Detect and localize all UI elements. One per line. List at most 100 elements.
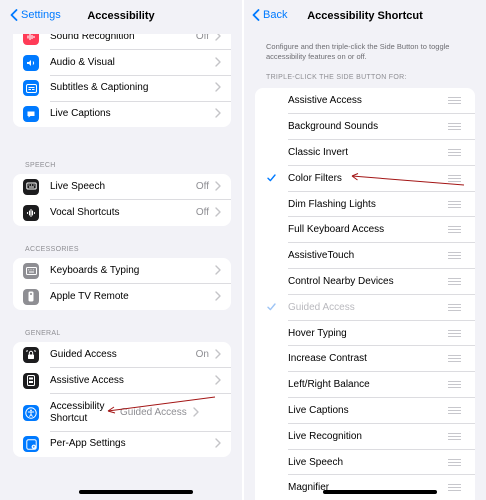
- row-value: On: [195, 349, 209, 361]
- option-label: Classic Invert: [288, 146, 349, 158]
- settings-row-assistive-access[interactable]: Assistive Access: [13, 368, 231, 394]
- option-label: AssistiveTouch: [288, 250, 355, 262]
- reorder-handle-icon[interactable]: [448, 458, 461, 466]
- reorder-handle-icon[interactable]: [448, 381, 461, 389]
- shortcut-option-background-sounds[interactable]: Background Sounds: [255, 114, 475, 140]
- row-label: Apple TV Remote: [50, 290, 129, 302]
- chevron-right-icon: [215, 79, 221, 97]
- reorder-handle-icon[interactable]: [448, 406, 461, 414]
- row-value: Off: [195, 207, 209, 219]
- reorder-handle-icon[interactable]: [448, 303, 461, 311]
- row-label: Assistive Access: [50, 374, 124, 386]
- accessibility-screen: Settings Accessibility Sound Recognition…: [0, 0, 242, 500]
- shortcut-description: Configure and then triple-click the Side…: [266, 42, 450, 61]
- section-header-speech: SPEECH: [25, 162, 56, 169]
- option-label: Assistive Access: [288, 95, 362, 107]
- assistive-icon: [23, 372, 39, 389]
- home-indicator: [323, 490, 437, 494]
- chevron-right-icon: [215, 262, 221, 280]
- settings-row-live-speech[interactable]: Live Speech Off: [13, 174, 231, 200]
- reorder-handle-icon[interactable]: [448, 148, 461, 156]
- shortcut-option-assistive-access[interactable]: Assistive Access: [255, 88, 475, 114]
- reorder-handle-icon[interactable]: [448, 355, 461, 363]
- settings-row-subtitles-captioning[interactable]: Subtitles & Captioning: [13, 76, 231, 102]
- settings-row-vocal-shortcuts[interactable]: Vocal Shortcuts Off: [13, 200, 231, 226]
- settings-row-apple-tv-remote[interactable]: Apple TV Remote: [13, 284, 231, 310]
- waveform-icon: [23, 204, 39, 221]
- row-label: Guided Access: [50, 348, 117, 360]
- shortcut-option-increase-contrast[interactable]: Increase Contrast: [255, 346, 475, 372]
- section-header-accessories: ACCESSORIES: [25, 246, 79, 253]
- reorder-handle-icon[interactable]: [448, 123, 461, 131]
- chevron-right-icon: [215, 204, 221, 222]
- nav-bar: Back Accessibility Shortcut: [244, 0, 486, 34]
- speaker-eye-icon: [23, 54, 39, 71]
- shortcut-option-dim-flashing-lights[interactable]: Dim Flashing Lights: [255, 191, 475, 217]
- option-label: Left/Right Balance: [288, 379, 370, 391]
- page-title: Accessibility Shortcut: [307, 10, 423, 22]
- row-value: Off: [195, 181, 209, 193]
- option-label: Live Captions: [288, 404, 349, 416]
- settings-group-speech: Live Speech Off Vocal Shortcuts Off: [13, 174, 231, 226]
- shortcut-list: Assistive Access Background Sounds Classic…: [255, 88, 475, 500]
- settings-group-accessories: Keyboards & Typing Apple TV Remote: [13, 258, 231, 310]
- checkmark-icon: [255, 174, 288, 182]
- reorder-handle-icon[interactable]: [448, 97, 461, 105]
- row-label: Live Captions: [50, 108, 111, 120]
- reorder-handle-icon[interactable]: [448, 432, 461, 440]
- row-label: Keyboards & Typing: [50, 264, 140, 276]
- keyboard-icon: [23, 262, 39, 279]
- option-label: Live Speech: [288, 456, 344, 468]
- section-header-general: GENERAL: [25, 330, 61, 337]
- row-label: Per-App Settings: [50, 438, 126, 450]
- option-label: Guided Access: [288, 301, 355, 313]
- shortcut-option-control-nearby-devices[interactable]: Control Nearby Devices: [255, 269, 475, 295]
- chevron-right-icon: [215, 54, 221, 72]
- page-title: Accessibility: [87, 10, 155, 22]
- reorder-handle-icon[interactable]: [448, 277, 461, 285]
- home-indicator: [79, 490, 193, 494]
- shortcut-option-live-recognition[interactable]: Live Recognition: [255, 423, 475, 450]
- apps-icon: [23, 436, 39, 453]
- shortcut-option-magnifier[interactable]: Magnifier: [255, 475, 475, 500]
- shortcut-option-classic-invert[interactable]: Classic Invert: [255, 140, 475, 166]
- chevron-right-icon: [215, 178, 221, 196]
- shortcut-option-live-speech[interactable]: Live Speech: [255, 449, 475, 475]
- chevron-right-icon: [215, 288, 221, 306]
- settings-group-top: Sound Recognition Off Audio & Visual Subtit…: [13, 24, 231, 128]
- option-label: Control Nearby Devices: [288, 275, 394, 287]
- annotation-arrow: [107, 396, 216, 414]
- option-label: Dim Flashing Lights: [288, 198, 376, 210]
- shortcut-option-full-keyboard-access[interactable]: Full Keyboard Access: [255, 217, 475, 243]
- shortcut-option-live-captions[interactable]: Live Captions: [255, 398, 475, 424]
- annotation-arrow: [351, 173, 465, 186]
- chevron-right-icon: [215, 105, 221, 123]
- settings-row-per-app-settings[interactable]: Per-App Settings: [13, 432, 231, 458]
- shortcut-option-hover-typing[interactable]: Hover Typing: [255, 320, 475, 346]
- chevron-right-icon: [215, 435, 221, 453]
- remote-icon: [23, 288, 39, 305]
- option-label: Full Keyboard Access: [288, 224, 385, 236]
- settings-row-keyboards-typing[interactable]: Keyboards & Typing: [13, 258, 231, 284]
- reorder-handle-icon[interactable]: [448, 226, 461, 234]
- chevron-right-icon: [215, 372, 221, 390]
- checkmark-icon: [255, 303, 288, 311]
- chevron-right-icon: [215, 346, 221, 364]
- keyboard-bubble-icon: [23, 178, 39, 195]
- row-label: Live Speech: [50, 180, 106, 192]
- settings-row-guided-access[interactable]: Guided Access On: [13, 342, 231, 368]
- shortcut-option-left-right-balance[interactable]: Left/Right Balance: [255, 372, 475, 398]
- reorder-handle-icon[interactable]: [448, 329, 461, 337]
- option-label: Live Recognition: [288, 430, 362, 442]
- settings-row-audio-visual[interactable]: Audio & Visual: [13, 50, 231, 76]
- row-label: Audio & Visual: [50, 56, 115, 68]
- row-label: Vocal Shortcuts: [50, 206, 120, 218]
- shortcut-option-assistivetouch[interactable]: AssistiveTouch: [255, 243, 475, 269]
- shortcut-option-guided-access[interactable]: Guided Access: [255, 294, 475, 321]
- reorder-handle-icon[interactable]: [448, 484, 461, 492]
- settings-row-live-captions[interactable]: Live Captions: [13, 101, 231, 127]
- lock-icon: [23, 346, 39, 363]
- option-label: Hover Typing: [288, 327, 347, 339]
- reorder-handle-icon[interactable]: [448, 200, 461, 208]
- reorder-handle-icon[interactable]: [448, 252, 461, 260]
